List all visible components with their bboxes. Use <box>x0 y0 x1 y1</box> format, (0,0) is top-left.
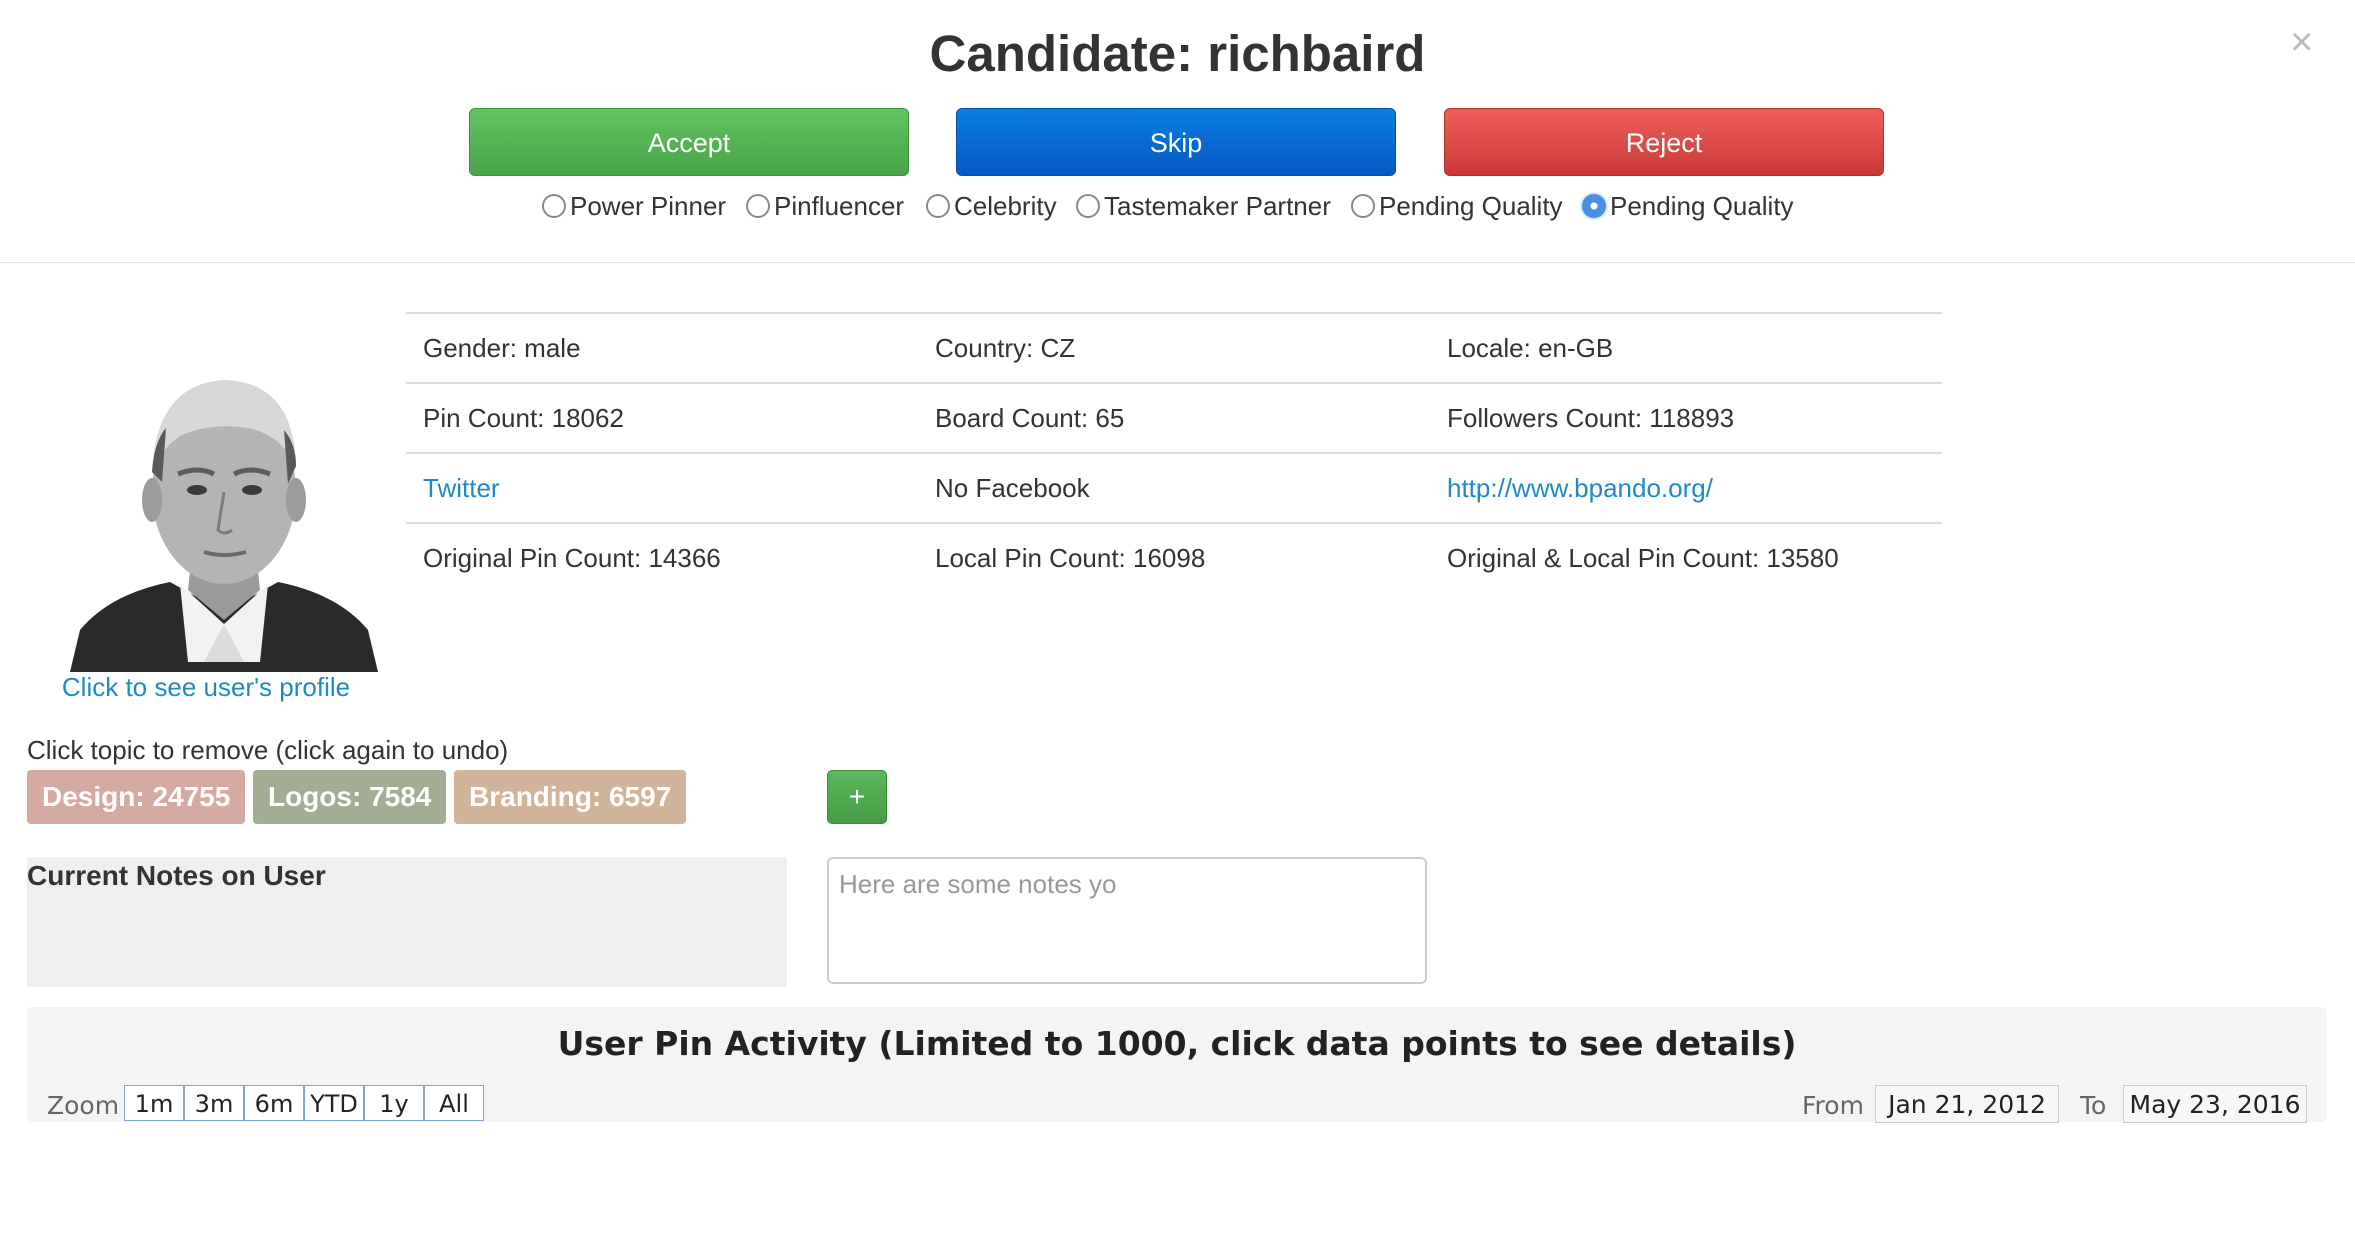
topic-tag-logos[interactable]: Logos: 7584 <box>253 770 447 824</box>
topics-hint: Click topic to remove (click again to un… <box>27 735 509 765</box>
radio-label: Power Pinner <box>570 190 727 221</box>
radio-circle[interactable] <box>1351 194 1375 218</box>
topic-tag-design[interactable]: Design: 24755 <box>27 770 246 824</box>
from-date-input[interactable]: Jan 21, 2012 <box>1875 1085 2059 1123</box>
zoom-3m-button[interactable]: 3m <box>184 1085 244 1121</box>
radio-pending-quality[interactable]: Pending Quality <box>1351 190 1563 222</box>
accept-button[interactable]: Accept <box>469 108 909 176</box>
original-local-pin-count-cell: Original & Local Pin Count: 13580 <box>1447 543 1839 573</box>
zoom-label: Zoom <box>47 1091 120 1120</box>
facebook-cell: No Facebook <box>935 473 1090 503</box>
zoom-1m-button[interactable]: 1m <box>124 1085 184 1121</box>
pin-count-cell: Pin Count: 18062 <box>423 403 624 433</box>
board-count-cell: Board Count: 65 <box>935 403 1125 433</box>
zoom-6m-button[interactable]: 6m <box>244 1085 304 1121</box>
to-date-input[interactable]: May 23, 2016 <box>2123 1085 2307 1123</box>
zoom-all-button[interactable]: All <box>424 1085 484 1121</box>
radio-pinfluencer[interactable]: Pinfluencer <box>746 190 904 222</box>
country-cell: Country: CZ <box>935 333 1076 363</box>
avatar-portrait <box>70 362 378 672</box>
locale-cell: Locale: en-GB <box>1447 333 1614 363</box>
radio-label: Celebrity <box>954 190 1057 221</box>
radio-label: Tastemaker Partner <box>1104 190 1331 221</box>
local-pin-count-cell: Local Pin Count: 16098 <box>935 543 1206 573</box>
profile-link[interactable]: Click to see user's profile <box>0 672 412 703</box>
to-label: To <box>2080 1091 2107 1120</box>
twitter-link[interactable]: Twitter <box>406 454 918 522</box>
radio-celebrity[interactable]: Celebrity <box>926 190 1057 222</box>
followers-count-cell: Followers Count: 118893 <box>1447 403 1735 433</box>
reject-button[interactable]: Reject <box>1444 108 1884 176</box>
page-title: Candidate: richbaird <box>929 25 1426 82</box>
radio-tastemaker-partner[interactable]: Tastemaker Partner <box>1076 190 1331 222</box>
notes-heading: Current Notes on User <box>27 860 326 891</box>
notes-input[interactable] <box>827 857 1427 984</box>
radio-power-pinner[interactable]: Power Pinner <box>542 190 726 222</box>
add-topic-button[interactable]: + <box>827 770 887 824</box>
radio-circle[interactable] <box>542 194 566 218</box>
website-link[interactable]: http://www.bpando.org/ <box>1430 454 1942 522</box>
user-info-table: Gender: male Country: CZ Locale: en-GB P… <box>406 312 1942 592</box>
radio-label: Pinfluencer <box>774 190 905 221</box>
zoom-ytd-button[interactable]: YTD <box>304 1085 364 1121</box>
radio-label: Pending Quality <box>1610 190 1794 221</box>
radio-circle[interactable] <box>926 194 950 218</box>
close-icon[interactable]: × <box>2290 22 2313 62</box>
avatar[interactable] <box>70 362 378 672</box>
table-row: Original Pin Count: 14366 Local Pin Coun… <box>406 524 1942 592</box>
original-pin-count-cell: Original Pin Count: 14366 <box>423 543 721 573</box>
table-row: Twitter No Facebook http://www.bpando.or… <box>406 454 1942 524</box>
header-divider <box>0 262 2355 263</box>
table-row: Gender: male Country: CZ Locale: en-GB <box>406 314 1942 384</box>
zoom-1y-button[interactable]: 1y <box>364 1085 424 1121</box>
radio-label: Pending Quality <box>1379 190 1563 221</box>
radio-circle[interactable] <box>746 194 770 218</box>
from-label: From <box>1802 1091 1864 1120</box>
gender-cell: Gender: male <box>423 333 581 363</box>
pin-activity-title: User Pin Activity (Limited to 1000, clic… <box>557 1024 1797 1063</box>
radio-circle[interactable] <box>1076 194 1100 218</box>
topic-tag-branding[interactable]: Branding: 6597 <box>454 770 687 824</box>
radio-pending-quality-selected[interactable]: Pending Quality <box>1582 190 1794 222</box>
table-row: Pin Count: 18062 Board Count: 65 Followe… <box>406 384 1942 454</box>
radio-circle-checked[interactable] <box>1582 194 1606 218</box>
skip-button[interactable]: Skip <box>956 108 1396 176</box>
